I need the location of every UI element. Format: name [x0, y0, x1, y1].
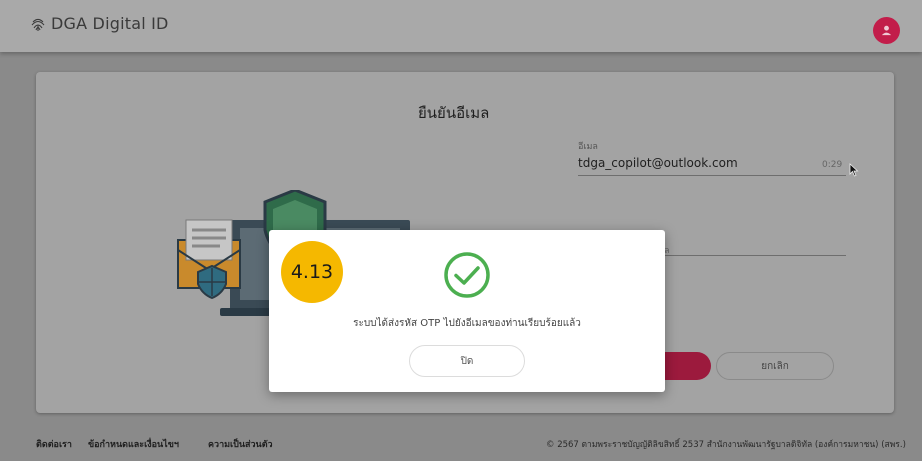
user-avatar-button[interactable]	[873, 17, 900, 44]
fingerprint-icon	[31, 18, 45, 31]
otp-countdown-timer: 0:29	[822, 160, 843, 170]
close-button[interactable]: ปิด	[409, 345, 525, 377]
dialog-message: ระบบได้ส่งรหัส OTP ไปยังอีเมลของท่านเรีย…	[353, 318, 581, 329]
top-app-bar: DGA Digital ID	[0, 0, 922, 52]
check-circle-icon	[444, 252, 490, 298]
footer-link-terms[interactable]: ข้อกำหนดและเงื่อนไขฯ	[88, 437, 179, 451]
footer-link-privacy[interactable]: ความเป็นส่วนตัว	[208, 437, 273, 451]
app-name: DGA Digital ID	[51, 14, 169, 33]
email-field-underline	[578, 175, 846, 176]
email-field[interactable]: tdga_copilot@outlook.com	[578, 156, 738, 170]
app-logo[interactable]: DGA Digital ID	[30, 14, 169, 33]
cancel-button[interactable]: ยกเลิก	[716, 352, 834, 380]
footer-copyright: © 2567 ตามพระราชบัญญัติลิขสิทธิ์ 2537 สำ…	[546, 440, 906, 450]
email-field-label: อีเมล	[578, 142, 598, 152]
footer-link-contact[interactable]: ติดต่อเรา	[36, 437, 72, 451]
page-title: ยืนยันอีเมล	[418, 104, 490, 122]
mouse-cursor-icon	[849, 163, 859, 177]
step-number-badge: 4.13	[281, 241, 343, 303]
user-icon	[881, 25, 892, 36]
